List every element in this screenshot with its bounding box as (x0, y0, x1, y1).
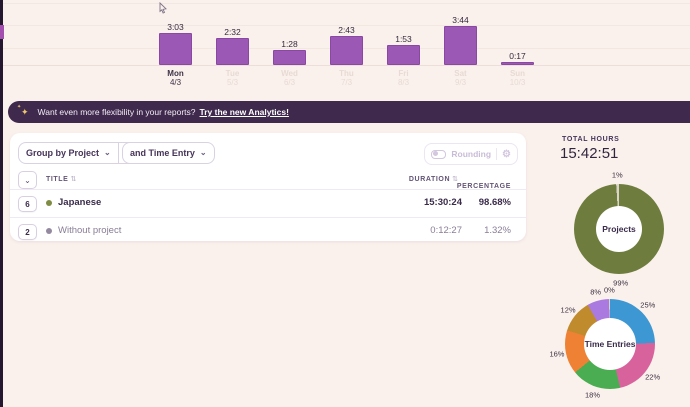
bar[interactable] (159, 33, 192, 65)
row-duration: 15:30:24 (423, 197, 462, 208)
day-label: Thu (339, 69, 354, 78)
bar[interactable] (444, 26, 477, 65)
date-label: 4/3 (169, 78, 182, 87)
bar[interactable] (216, 38, 249, 65)
donut-slice-label: 18% (584, 390, 600, 400)
chevron-down-icon: ⌄ (199, 147, 207, 157)
bar[interactable] (387, 45, 420, 65)
row-duration: 0:12:27 (430, 225, 462, 236)
bar-value-label: 2:32 (224, 27, 241, 37)
group-count-badge[interactable]: 2 (18, 224, 37, 240)
gridline (0, 3, 690, 4)
total-hours-label: TOTAL HOURS (562, 136, 620, 143)
sort-icon: ⇅ (70, 176, 77, 183)
donut-center-label: Time Entries (584, 339, 636, 349)
donut-slice-label: 99% (613, 278, 629, 288)
sidebar-active-item[interactable] (0, 25, 4, 39)
row-percentage: 1.32% (484, 225, 511, 236)
donut-hole: Projects (596, 206, 642, 252)
mouse-cursor-icon (158, 1, 168, 19)
bar-value-label: 3:44 (452, 15, 469, 25)
rounding-control: Rounding ⚙ (424, 143, 518, 165)
donut-slice-label: 8% (590, 287, 602, 297)
donut-slice-label: 22% (645, 372, 661, 382)
group-count-badge[interactable]: 6 (18, 196, 37, 212)
column-header-duration[interactable]: DURATION ⇅ (409, 175, 458, 184)
date-label: 8/3 (397, 78, 410, 87)
gear-icon[interactable]: ⚙ (502, 149, 511, 160)
row-title: Japanese (58, 197, 102, 208)
x-axis-line (0, 65, 690, 66)
donut-slice-label: 0% (603, 285, 615, 295)
day-label: Fri (398, 69, 409, 78)
donut-hole: Time Entries (584, 318, 636, 370)
date-label: 9/3 (454, 78, 467, 87)
donut-center-label: Projects (602, 224, 636, 234)
date-label: 7/3 (340, 78, 353, 87)
toggle-off-icon[interactable] (431, 149, 447, 159)
donut-slice-label: 1% (611, 170, 623, 180)
try-new-analytics-link[interactable]: Try the new Analytics! (200, 107, 289, 117)
date-label: 5/3 (226, 78, 239, 87)
donut-slice-label: 25% (640, 300, 656, 310)
bar-value-label: 3:03 (167, 22, 184, 32)
reports-page: 3:03 Mon 4/3 2:32 Tue 5/3 1:28 Wed 6/3 2:43 Thu 7/3… (0, 0, 690, 407)
table-row[interactable]: 6 Japanese 15:30:24 98.68% (10, 190, 526, 217)
projects-donut-chart: Projects 99% 1% (574, 171, 664, 287)
date-label: 10/3 (509, 78, 526, 87)
donut-slice-label: 12% (560, 305, 576, 315)
row-percentage: 98.68% (478, 197, 511, 208)
secondary-filter: and Time Entry ⌄ (122, 142, 215, 164)
project-color-dot (46, 228, 52, 234)
total-hours-value: 15:42:51 (560, 145, 619, 162)
bar-value-label: 2:43 (338, 25, 355, 35)
day-label: Sat (454, 69, 467, 78)
bar[interactable] (273, 50, 306, 65)
day-label: Mon (167, 69, 184, 78)
table-row[interactable]: 2 Without project 0:12:27 1.32% (10, 218, 526, 245)
day-label: Sun (509, 69, 526, 78)
bar-value-label: 1:53 (395, 34, 412, 44)
report-card: Group by Project ⌄ and Time Entry ⌄ Roun… (10, 133, 526, 241)
group-by-dropdown[interactable]: Group by Project ⌄ (19, 143, 118, 163)
day-label: Tue (225, 69, 240, 78)
weekly-bar-chart: 3:03 Mon 4/3 2:32 Tue 5/3 1:28 Wed 6/3 2:43 Thu 7/3… (0, 0, 690, 92)
bar-value-label: 0:17 (509, 51, 526, 61)
sidebar-edge (0, 0, 3, 407)
donut-slice-label: 16% (549, 349, 565, 359)
chevron-down-icon: ⌄ (104, 147, 111, 157)
row-title: Without project (58, 225, 122, 236)
bar[interactable] (501, 62, 534, 65)
analytics-banner: ✦ ✦ Want even more flexibility in your re… (8, 101, 690, 123)
project-color-dot (46, 200, 52, 206)
time-entries-donut-chart: Time Entries 25% 22% 18% 16% 12% 8% 0% (549, 286, 660, 400)
table-header: ⌄ TITLE ⇅ DURATION ⇅ PERCENTAGE (10, 171, 526, 190)
day-label: Wed (281, 69, 298, 78)
bar-value-label: 1:28 (281, 39, 298, 49)
banner-text: Want even more flexibility in your repor… (37, 107, 196, 117)
rounding-label: Rounding (451, 149, 492, 159)
select-all-dropdown[interactable]: ⌄ (18, 171, 37, 189)
column-header-title[interactable]: TITLE ⇅ (46, 175, 77, 184)
sparkles-icon: ✦ ✦ (17, 103, 29, 117)
chevron-down-icon: ⌄ (24, 175, 31, 185)
bar[interactable] (330, 36, 363, 65)
time-entry-dropdown[interactable]: and Time Entry ⌄ (123, 143, 214, 163)
date-label: 6/3 (283, 78, 296, 87)
